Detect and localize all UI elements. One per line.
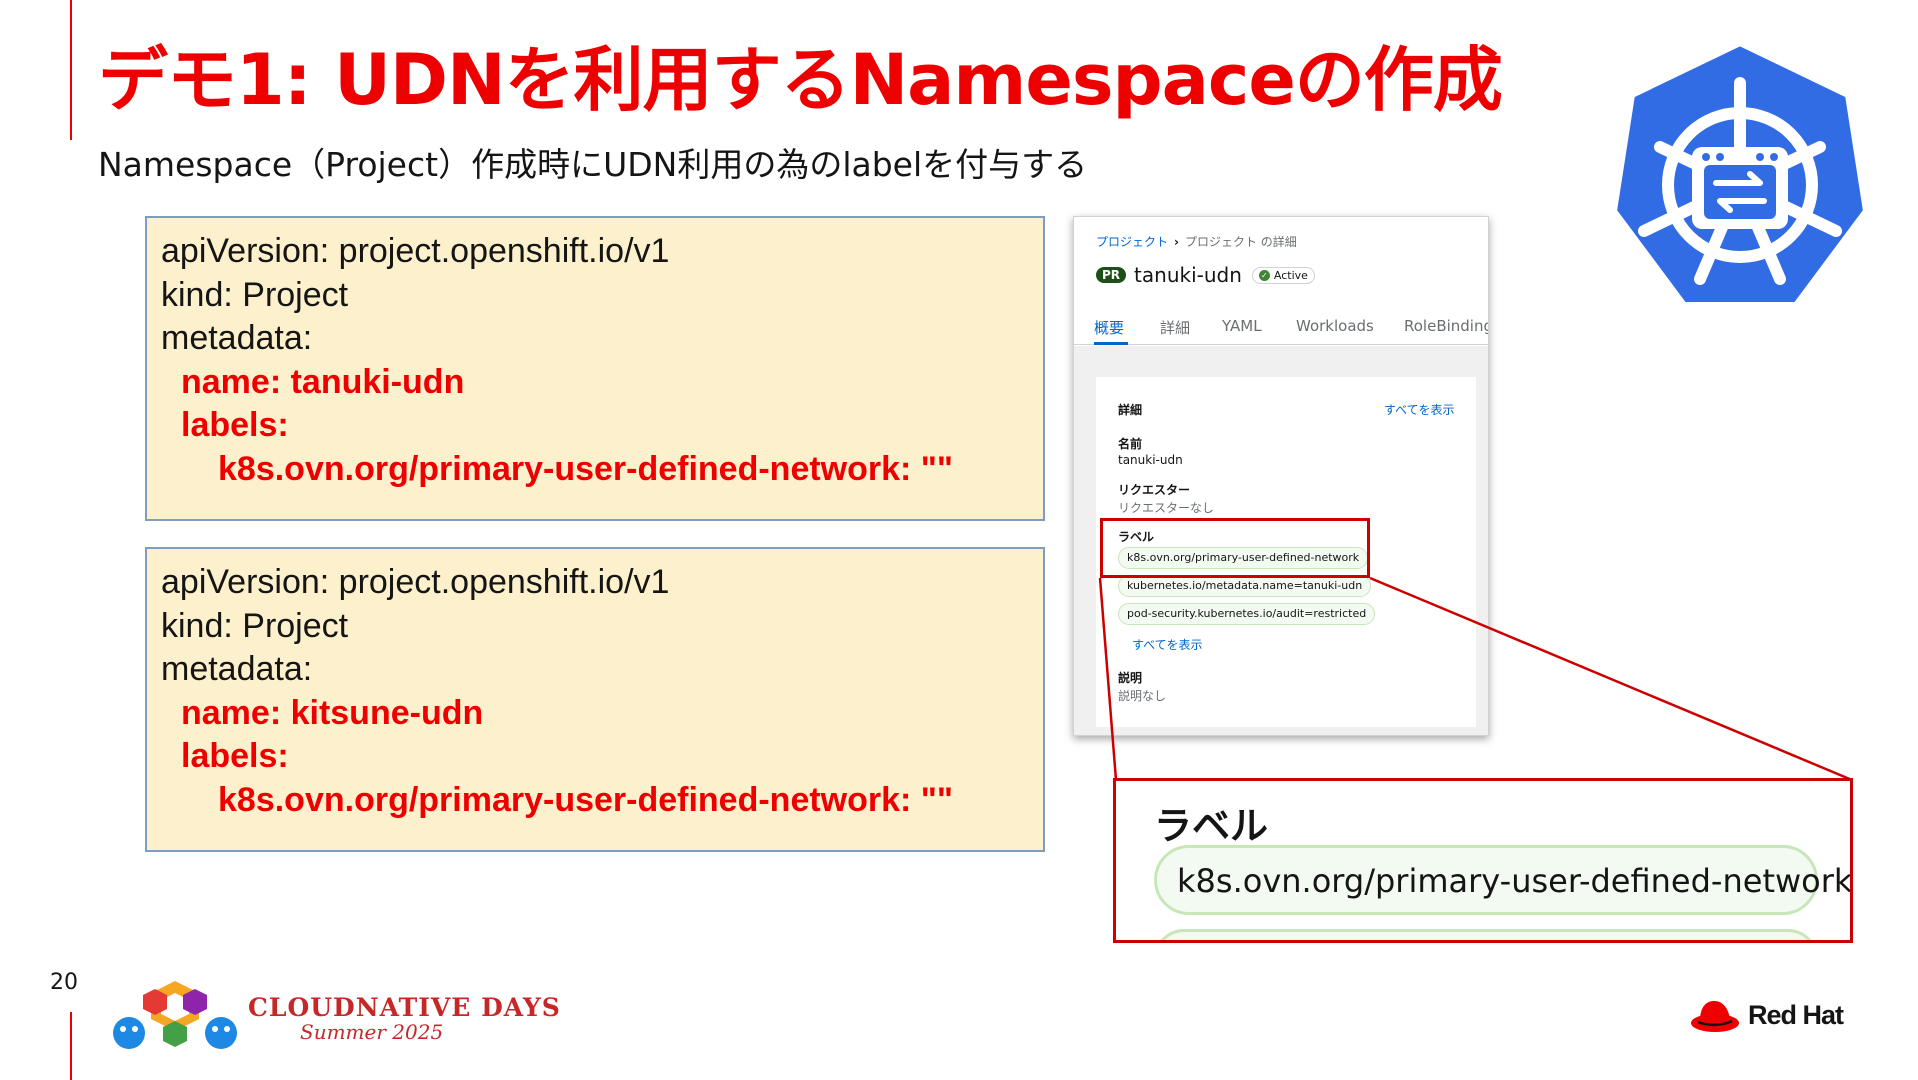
check-circle-icon: ✓ — [1258, 269, 1270, 281]
description-value: 説明なし — [1118, 689, 1167, 703]
code-line-name: name: kitsune-udn — [181, 693, 484, 732]
console-screenshot: プロジェクト › プロジェクト の詳細 PR tanuki-udn ✓ Active… — [1073, 216, 1489, 736]
code-line: metadata: — [161, 319, 313, 357]
tab-bar: 概要 詳細 YAML Workloads RoleBindings — [1074, 309, 1488, 345]
event-subtitle: Summer 2025 — [300, 1020, 444, 1044]
label-chip[interactable]: kubernetes.io/metadata.name=tanuki-udn — [1118, 575, 1372, 597]
brand-name: Red Hat — [1748, 1000, 1844, 1030]
red-hat-logo-icon — [1691, 1001, 1739, 1032]
project-header: PR tanuki-udn ✓ Active — [1096, 263, 1315, 287]
tab-details[interactable]: 詳細 — [1160, 317, 1190, 338]
description-label: 説明 — [1118, 671, 1143, 685]
code-line: apiVersion: project.openshift.io/v1 — [161, 232, 670, 270]
zoom-label-chip-partial — [1154, 929, 1818, 940]
code-line: apiVersion: project.openshift.io/v1 — [161, 563, 670, 601]
breadcrumb-link[interactable]: プロジェクト — [1096, 235, 1168, 249]
code-block-tanuki: apiVersion: project.openshift.io/v1 kind… — [145, 216, 1045, 521]
name-label: 名前 — [1118, 437, 1143, 451]
code-line-name: name: tanuki-udn — [181, 362, 465, 401]
cloudnative-days-mascot-icon — [113, 981, 237, 1049]
accent-line-bottom — [70, 1012, 72, 1080]
breadcrumb-current: プロジェクト の詳細 — [1184, 235, 1297, 249]
kubernetes-udn-icon — [1611, 40, 1869, 308]
details-heading: 詳細 — [1118, 403, 1143, 417]
event-name: CLOUDNATIVE DAYS — [248, 993, 561, 1022]
breadcrumb-separator: › — [1174, 235, 1179, 249]
name-value: tanuki-udn — [1118, 453, 1183, 467]
project-name: tanuki-udn — [1134, 263, 1242, 287]
code-line: metadata: — [161, 650, 313, 688]
code-line-label: k8s.ovn.org/primary-user-defined-network… — [218, 780, 954, 819]
requester-label: リクエスター — [1118, 483, 1191, 497]
code-block-kitsune: apiVersion: project.openshift.io/v1 kind… — [145, 547, 1045, 852]
tab-rolebindings[interactable]: RoleBindings — [1404, 317, 1488, 335]
slide-subtitle: Namespace（Project）作成時にUDN利用の為のlabelを付与する — [98, 145, 1088, 184]
code-line: kind: Project — [161, 606, 349, 645]
label-chip[interactable]: pod-security.kubernetes.io/audit=restric… — [1118, 603, 1376, 625]
status-text: Active — [1273, 268, 1308, 282]
zoom-label-heading: ラベル — [1154, 804, 1269, 848]
label-highlight-box — [1100, 518, 1370, 578]
accent-line-top — [70, 0, 72, 140]
tab-indicator — [1094, 342, 1128, 345]
tab-yaml[interactable]: YAML — [1222, 317, 1262, 335]
show-all-link[interactable]: すべてを表示 — [1384, 401, 1454, 418]
tab-workloads[interactable]: Workloads — [1296, 317, 1374, 335]
page-number: 20 — [50, 970, 78, 995]
code-line: kind: Project — [161, 275, 349, 314]
breadcrumb: プロジェクト › プロジェクト の詳細 — [1096, 233, 1297, 250]
labels-show-all-link[interactable]: すべてを表示 — [1132, 636, 1202, 653]
tab-overview[interactable]: 概要 — [1094, 317, 1124, 338]
code-line-labels: labels: — [181, 737, 289, 775]
requester-value: リクエスターなし — [1118, 501, 1215, 515]
zoom-callout: ラベル k8s.ovn.org/primary-user-defined-net… — [1113, 778, 1853, 943]
project-type-badge: PR — [1096, 267, 1127, 283]
zoom-label-chip: k8s.ovn.org/primary-user-defined-network — [1154, 845, 1850, 915]
status-badge: ✓ Active — [1251, 266, 1315, 284]
slide-title: デモ1: UDNを利用するNamespaceの作成 — [98, 39, 1503, 121]
code-line-labels: labels: — [181, 406, 289, 444]
code-line-label: k8s.ovn.org/primary-user-defined-network… — [218, 449, 954, 488]
